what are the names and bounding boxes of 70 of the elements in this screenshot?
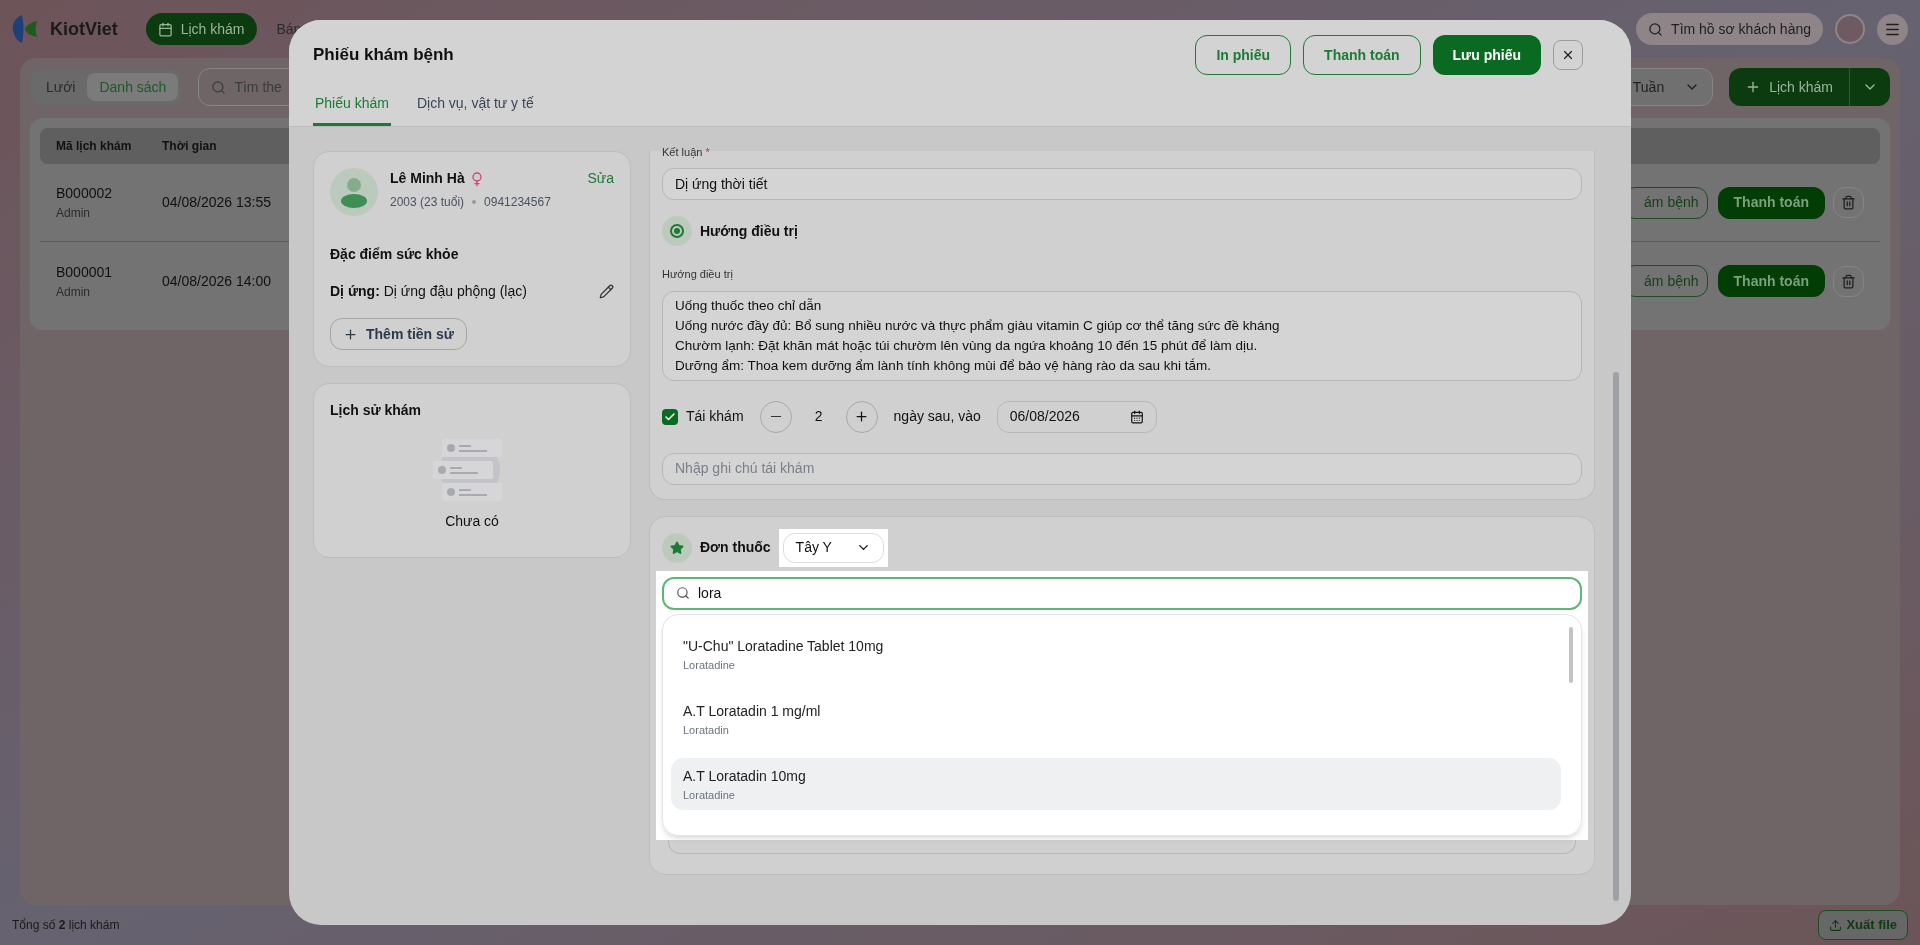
check-icon xyxy=(664,410,676,423)
payment-button[interactable]: Thanh toán xyxy=(1717,265,1825,297)
section-title: Đơn thuốc xyxy=(700,538,771,557)
medicine-search-field[interactable]: lora xyxy=(662,576,1582,610)
treatment-field[interactable]: Uống thuốc theo chỉ dẫn Uống nước đầy đủ: Bổ sung nhiều nước và thực phẩm giàu vitamin C giúp cơ thể tăng sức đề kháng Chườm lạnh: Đặt khăn mát hoặc túi chườm lên vùng da ngứa khoảng 10 đến 15 phút để làm dịu. Dưỡng ẩm: Thoa kem dưỡng ẩm lành tính không mùi để bảo vệ hàng rào da sau khi tắm. xyxy=(662,290,1582,381)
table-cell-text: Admin xyxy=(56,283,91,301)
field-label: Hướng điều trị xyxy=(662,267,734,282)
empty-text: Chưa có xyxy=(445,512,499,531)
nav-tab[interactable]: Lịch khám xyxy=(145,13,257,45)
header-button[interactable]: In phiếu xyxy=(1195,35,1292,75)
avatar-icon xyxy=(330,168,378,216)
header-button[interactable]: Thanh toán xyxy=(1303,35,1421,75)
health-note: Dị ứng: Dị ứng đậu phộng (lạc) xyxy=(330,282,527,301)
medicine-option[interactable]: "U-Chu" Loratadine Tablet 10mg Loratadine xyxy=(671,628,1561,681)
patient-name: Lê Minh Hà xyxy=(390,169,465,188)
logo-text: KiotViet xyxy=(50,17,118,41)
view-tab[interactable]: Lưới xyxy=(34,73,88,101)
close-icon xyxy=(1561,48,1575,62)
customer-search-field[interactable]: Tìm hồ sơ khách hàng xyxy=(1636,13,1823,45)
trash-icon xyxy=(1841,273,1856,289)
close-button[interactable] xyxy=(1553,40,1583,70)
header-button[interactable]: Lưu phiếu xyxy=(1432,35,1541,75)
date-field[interactable]: 06/08/2026 xyxy=(996,400,1157,433)
delete-button[interactable] xyxy=(1833,187,1864,218)
edit-link[interactable]: Sửa xyxy=(587,168,614,189)
table-cell-text: B000001 xyxy=(56,262,114,282)
add-appointment-button[interactable]: Lịch khám xyxy=(1729,68,1890,106)
field-label: Kết luận * xyxy=(662,147,711,158)
upload-icon xyxy=(1829,918,1843,932)
table-cell-text: 04/08/2026 13:55 xyxy=(162,193,271,212)
column-header: Thời gian xyxy=(162,138,217,155)
follow-up-label: Tái khám xyxy=(686,407,744,426)
table-cell-text: Admin xyxy=(56,205,91,222)
total-count: Tổng số 2 lịch khám xyxy=(12,917,120,934)
note-field[interactable]: Nhập ghi chú tái khám xyxy=(662,452,1582,485)
phone-number: 0941234567 xyxy=(484,194,551,211)
minus-icon xyxy=(770,415,781,418)
table-cell-text: B000002 xyxy=(56,184,114,203)
plus-icon xyxy=(343,326,358,342)
days-after-text: ngày sau, vào xyxy=(893,407,981,426)
birth-year: 2003 (23 tuổi) xyxy=(390,194,465,211)
trash-icon xyxy=(1841,195,1856,210)
follow-up-checkbox[interactable] xyxy=(662,408,678,425)
plus-icon xyxy=(854,409,870,424)
search-icon xyxy=(211,79,227,95)
search-icon xyxy=(1648,21,1664,37)
pencil-icon[interactable] xyxy=(599,284,614,299)
modal-title: Phiếu khám bệnh xyxy=(313,44,454,67)
target-icon xyxy=(662,216,692,246)
search-icon xyxy=(676,586,690,600)
delete-button[interactable] xyxy=(1833,265,1864,297)
section-title: Lịch sử khám xyxy=(330,401,423,420)
table-cell-text: 04/08/2026 14:00 xyxy=(162,271,271,291)
medicine-option[interactable]: A.T Loratadin 10mg Loratadine xyxy=(671,758,1561,811)
medicine-type-select[interactable]: Tây Y xyxy=(782,532,884,563)
section-title: Hướng điều trị xyxy=(700,221,798,241)
days-value: 2 xyxy=(813,407,824,426)
column-header: Mã lịch khám xyxy=(56,138,133,155)
payment-button[interactable]: Thanh toán xyxy=(1717,186,1825,219)
calendar-icon xyxy=(1129,409,1144,424)
medicine-option[interactable]: A.T Loratadin 1 mg/ml Loratadin xyxy=(671,693,1561,746)
add-history-button[interactable]: Thêm tiền sử xyxy=(330,318,467,350)
calendar-icon xyxy=(157,21,173,37)
conclusion-field[interactable]: Dị ứng thời tiết xyxy=(662,168,1582,200)
section-title: Đặc điểm sức khỏe xyxy=(330,245,460,264)
logo-icon xyxy=(12,14,38,44)
export-button[interactable]: Xuất file xyxy=(1818,910,1908,940)
modal-tab[interactable]: Phiếu khám xyxy=(313,84,391,126)
menu-button[interactable] xyxy=(1877,13,1908,45)
modal-tab[interactable]: Dịch vụ, vật tư y tế xyxy=(414,84,536,126)
